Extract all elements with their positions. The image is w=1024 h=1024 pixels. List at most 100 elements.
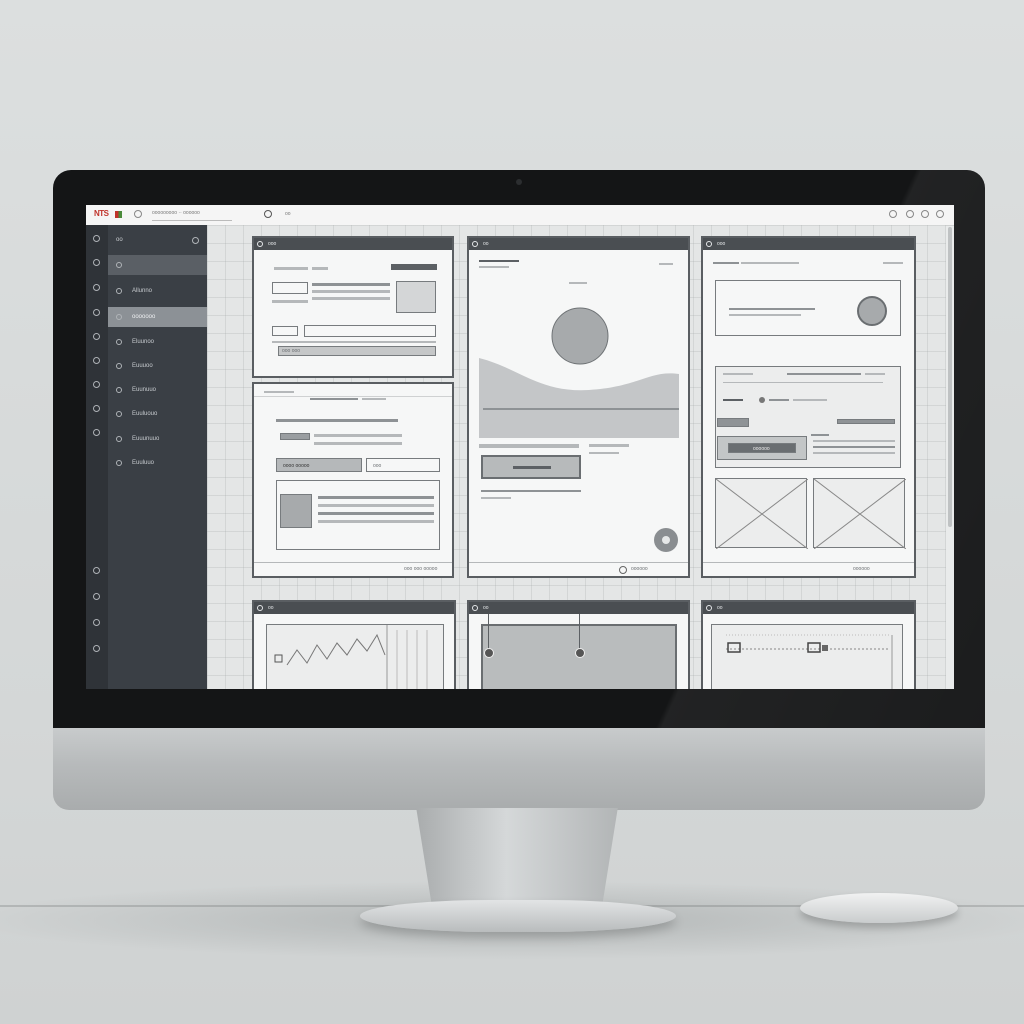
panel-header: ooo bbox=[703, 238, 914, 250]
placeholder-line bbox=[272, 300, 308, 303]
placeholder-line bbox=[479, 260, 519, 262]
sort-button[interactable]: ooo bbox=[366, 458, 440, 472]
sidebar-item[interactable]: ooooooo bbox=[108, 307, 207, 327]
panel-header: oo bbox=[703, 602, 914, 614]
panel-chart[interactable]: oo bbox=[252, 600, 456, 689]
hero-illustration bbox=[479, 307, 679, 438]
settings-icon[interactable] bbox=[264, 210, 272, 218]
sidebar-item-label: Euuluouo bbox=[132, 411, 158, 417]
rail-item-icon[interactable] bbox=[93, 405, 100, 412]
rail-settings-icon[interactable] bbox=[93, 593, 100, 600]
cta-button[interactable] bbox=[481, 455, 581, 479]
status-icon bbox=[619, 566, 627, 574]
panel-form[interactable]: ooo ooo ooo bbox=[252, 236, 454, 378]
divider bbox=[469, 562, 688, 563]
rail-logout-icon[interactable] bbox=[93, 645, 100, 652]
thumbnail bbox=[280, 494, 312, 528]
sidebar-item[interactable]: Eluunoo bbox=[108, 332, 207, 352]
placeholder-line bbox=[483, 408, 679, 410]
item-icon bbox=[116, 314, 122, 320]
rail-item-icon[interactable] bbox=[93, 333, 100, 340]
rail-item-icon[interactable] bbox=[93, 309, 100, 316]
placeholder-line bbox=[318, 520, 434, 523]
panel-action-button[interactable] bbox=[391, 264, 437, 270]
rail-help-icon[interactable] bbox=[93, 567, 100, 574]
placeholder-line bbox=[314, 442, 402, 445]
sidebar-item[interactable]: Allunno bbox=[108, 281, 207, 301]
placeholder-line bbox=[310, 398, 358, 400]
window-control-3-icon[interactable] bbox=[921, 210, 929, 218]
location-pin-icon[interactable] bbox=[484, 648, 494, 658]
panel-title: oo bbox=[717, 605, 723, 611]
placeholder-line bbox=[318, 496, 434, 499]
location-pin-icon[interactable] bbox=[575, 648, 585, 658]
placeholder-line bbox=[276, 419, 398, 422]
panel-landing[interactable]: oo oooooo bbox=[467, 236, 690, 578]
placeholder-line bbox=[811, 434, 829, 436]
placeholder-line bbox=[713, 262, 739, 264]
panel-footer-text: oooooo bbox=[853, 566, 870, 572]
panel-footer-text: ooo ooo bbox=[282, 348, 301, 354]
refresh-icon[interactable] bbox=[134, 210, 142, 218]
placeholder-line bbox=[274, 267, 308, 270]
panel-timeline[interactable]: oo bbox=[701, 600, 916, 689]
chip-button[interactable] bbox=[280, 433, 310, 440]
placeholder-line bbox=[729, 308, 815, 310]
rail-item-icon[interactable] bbox=[93, 429, 100, 436]
rail-home-icon[interactable] bbox=[93, 235, 100, 242]
indicator-dot bbox=[759, 397, 765, 403]
sidebar-item[interactable] bbox=[108, 255, 207, 275]
panel-icon bbox=[257, 241, 263, 247]
placeholder-line bbox=[479, 266, 509, 268]
window-control-1-icon[interactable] bbox=[889, 210, 897, 218]
tag-chip[interactable] bbox=[717, 418, 749, 427]
pin-line bbox=[488, 614, 489, 650]
sidebar-collapse-icon[interactable] bbox=[192, 237, 199, 244]
input-bar[interactable] bbox=[304, 325, 436, 337]
webcam bbox=[516, 179, 522, 185]
panel-title: oo bbox=[483, 241, 489, 247]
rail-item-icon[interactable] bbox=[93, 284, 100, 291]
placeholder-line bbox=[813, 452, 895, 454]
dashboard-button[interactable]: oooooo bbox=[717, 436, 807, 460]
placeholder-line bbox=[589, 444, 629, 447]
placeholder-line bbox=[481, 490, 581, 492]
placeholder-line bbox=[659, 263, 673, 265]
sidebar-item[interactable]: Euuluouo bbox=[108, 404, 207, 424]
search-input[interactable]: ooooooooo ·· oooooo bbox=[152, 210, 232, 221]
placeholder-line bbox=[264, 391, 294, 393]
rail-item-icon[interactable] bbox=[93, 357, 100, 364]
rail-item-icon[interactable] bbox=[93, 381, 100, 388]
floating-action-button[interactable] bbox=[654, 528, 678, 552]
vertical-scrollbar[interactable] bbox=[948, 227, 952, 527]
filter-button[interactable]: oooo ooooo bbox=[276, 458, 362, 472]
placeholder-line bbox=[314, 434, 402, 437]
pin-line bbox=[579, 614, 580, 650]
placeholder-line bbox=[769, 399, 789, 401]
sidebar-item[interactable]: Euunuuo bbox=[108, 380, 207, 400]
panel-title: oo bbox=[268, 605, 274, 611]
panel-title: oo bbox=[483, 605, 489, 611]
rail-user-icon[interactable] bbox=[93, 619, 100, 626]
mouse[interactable] bbox=[800, 893, 958, 923]
panel-map[interactable]: oo bbox=[467, 600, 690, 689]
sidebar-item[interactable]: Euuuoo bbox=[108, 356, 207, 376]
window-control-4-icon[interactable] bbox=[936, 210, 944, 218]
panel-filter[interactable]: oooo ooooo ooo ooo ooo ooooo bbox=[252, 382, 454, 578]
text-field[interactable] bbox=[272, 282, 308, 294]
sidebar-item[interactable]: Euuunuuo bbox=[108, 429, 207, 449]
rail-item-icon[interactable] bbox=[93, 259, 100, 266]
panel-footer-text: ooo ooo ooooo bbox=[404, 566, 438, 572]
sidebar: oo Allunno ooooooo Eluunoo Euuuoo Euunuu… bbox=[108, 225, 207, 689]
window-control-2-icon[interactable] bbox=[906, 210, 914, 218]
panel-header: oo bbox=[469, 602, 688, 614]
logo-mark-icon bbox=[115, 211, 122, 218]
design-canvas[interactable]: ooo ooo ooo oooo ooooo ooo ooo ooo ooooo… bbox=[207, 225, 946, 689]
toolbar-text: oo bbox=[285, 211, 291, 217]
placeholder-line bbox=[787, 373, 861, 375]
panel-icon bbox=[706, 241, 712, 247]
panel-dashboard[interactable]: ooo oooooo oooooo bbox=[701, 236, 916, 578]
toggle-control[interactable] bbox=[272, 326, 298, 336]
sidebar-item[interactable]: Euuluuo bbox=[108, 453, 207, 473]
placeholder-line bbox=[865, 373, 885, 375]
